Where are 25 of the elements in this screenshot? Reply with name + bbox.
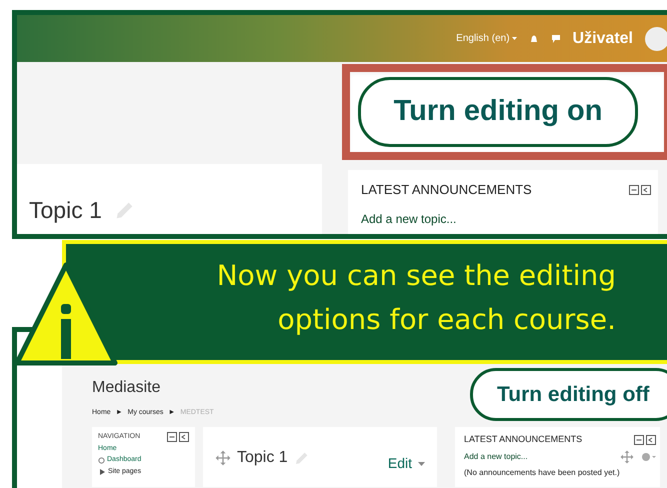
block-controls-icon[interactable]	[629, 184, 651, 195]
expand-arrow-icon[interactable]	[100, 468, 105, 475]
block-title: LATEST ANNOUNCEMENTS	[464, 433, 582, 446]
add-topic-link[interactable]: Add a new topic...	[464, 450, 528, 462]
move-icon[interactable]	[620, 450, 634, 464]
dashboard-icon	[98, 456, 105, 464]
chat-icon[interactable]	[550, 34, 561, 44]
site-title: Mediasite	[92, 378, 162, 398]
avatar[interactable]	[645, 26, 667, 50]
section-title: Topic 1	[237, 450, 288, 466]
block-controls-icon[interactable]	[634, 434, 656, 445]
bell-icon[interactable]	[528, 34, 539, 44]
add-topic-link[interactable]: Add a new topic...	[361, 210, 645, 228]
turn-editing-off-button[interactable]: Turn editing off	[470, 368, 667, 421]
callout-text: Now you can see the editing	[216, 258, 616, 294]
move-icon[interactable]	[215, 450, 231, 466]
callout-text: options for each course.	[278, 302, 616, 338]
section-title: Topic 1	[29, 196, 102, 225]
edit-menu[interactable]: Edit	[388, 453, 412, 474]
turn-editing-on-button[interactable]: Turn editing on	[358, 77, 638, 147]
block-controls-icon[interactable]	[167, 432, 189, 442]
block-title: LATEST ANNOUNCEMENTS	[361, 181, 532, 199]
empty-note: (No announcements have been posted yet.)	[464, 466, 621, 478]
caret-icon[interactable]	[418, 462, 425, 466]
caret-icon[interactable]	[512, 37, 517, 40]
